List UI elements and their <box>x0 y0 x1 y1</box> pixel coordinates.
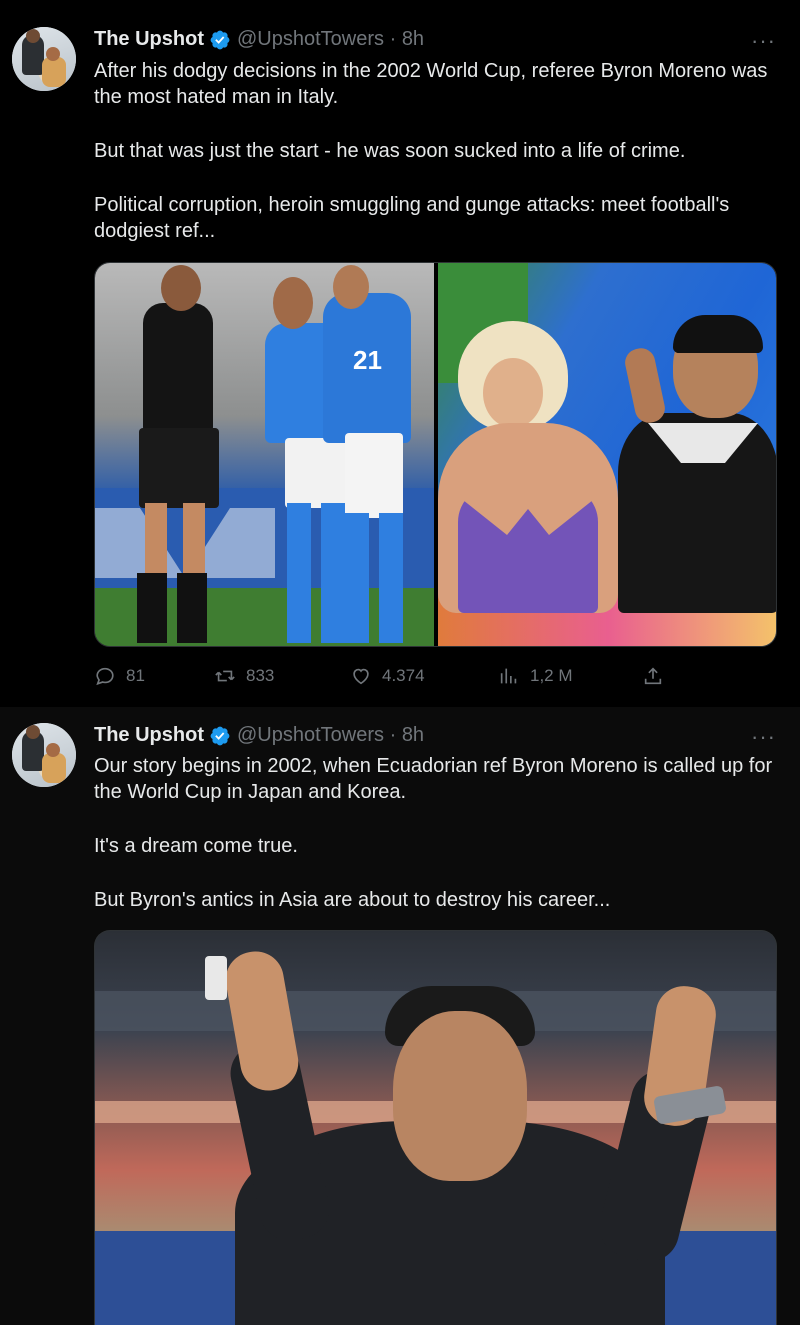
repost-count: 833 <box>246 666 275 685</box>
tweet-text: After his dodgy decisions in the 2002 Wo… <box>94 58 784 272</box>
views-button[interactable]: 1,2 M <box>498 665 573 687</box>
photo-tv-show[interactable] <box>438 263 776 646</box>
timestamp[interactable]: 8h <box>402 724 424 747</box>
tweet-header: The Upshot @UpshotTowers · 8h <box>94 28 425 51</box>
reply-button[interactable]: 81 <box>94 665 145 687</box>
tweet-text: Our story begins in 2002, when Ecuadoria… <box>94 753 784 941</box>
tweet-paragraph: But that was just the start - he was soo… <box>94 140 686 162</box>
repost-icon <box>215 670 235 682</box>
author-name[interactable]: The Upshot <box>94 28 204 51</box>
author-name[interactable]: The Upshot <box>94 724 204 747</box>
author-handle[interactable]: @UpshotTowers <box>237 724 384 747</box>
photo-referee-gesture[interactable] <box>94 930 777 1325</box>
more-icon[interactable]: ··· <box>751 724 776 750</box>
share-button[interactable] <box>642 665 664 687</box>
views-icon <box>500 668 517 684</box>
avatar[interactable] <box>12 27 76 91</box>
repost-button[interactable]: 833 <box>214 665 274 687</box>
tweet-paragraph: After his dodgy decisions in the 2002 Wo… <box>94 60 768 108</box>
author-handle[interactable]: @UpshotTowers <box>237 28 384 51</box>
tweet-paragraph: But Byron's antics in Asia are about to … <box>94 889 611 911</box>
tweet-paragraph: It's a dream come true. <box>94 835 298 857</box>
tweet-paragraph: Political corruption, heroin smuggling a… <box>94 194 730 242</box>
reply-count: 81 <box>126 666 145 685</box>
reply-icon <box>96 667 114 686</box>
media-grid[interactable]: 21 <box>94 262 777 647</box>
verified-badge-icon <box>210 726 230 745</box>
timestamp[interactable]: 8h <box>402 28 424 51</box>
share-icon <box>644 667 662 685</box>
tweet-header: The Upshot @UpshotTowers · 8h <box>94 724 425 747</box>
like-count: 4.374 <box>382 666 425 685</box>
views-count: 1,2 M <box>530 666 573 685</box>
avatar[interactable] <box>12 723 76 787</box>
more-icon[interactable]: ··· <box>751 28 776 54</box>
action-bar: 81 833 4.374 1,2 M <box>94 665 694 693</box>
like-button[interactable]: 4.374 <box>350 665 425 687</box>
like-icon <box>353 668 369 685</box>
photo-referee-argument[interactable]: 21 <box>95 263 434 646</box>
tweet[interactable]: The Upshot @UpshotTowers · 8h ··· After … <box>0 0 800 707</box>
shirt-number: 21 <box>353 345 382 375</box>
tweet-paragraph: Our story begins in 2002, when Ecuadoria… <box>94 755 773 803</box>
verified-badge-icon <box>210 30 230 49</box>
